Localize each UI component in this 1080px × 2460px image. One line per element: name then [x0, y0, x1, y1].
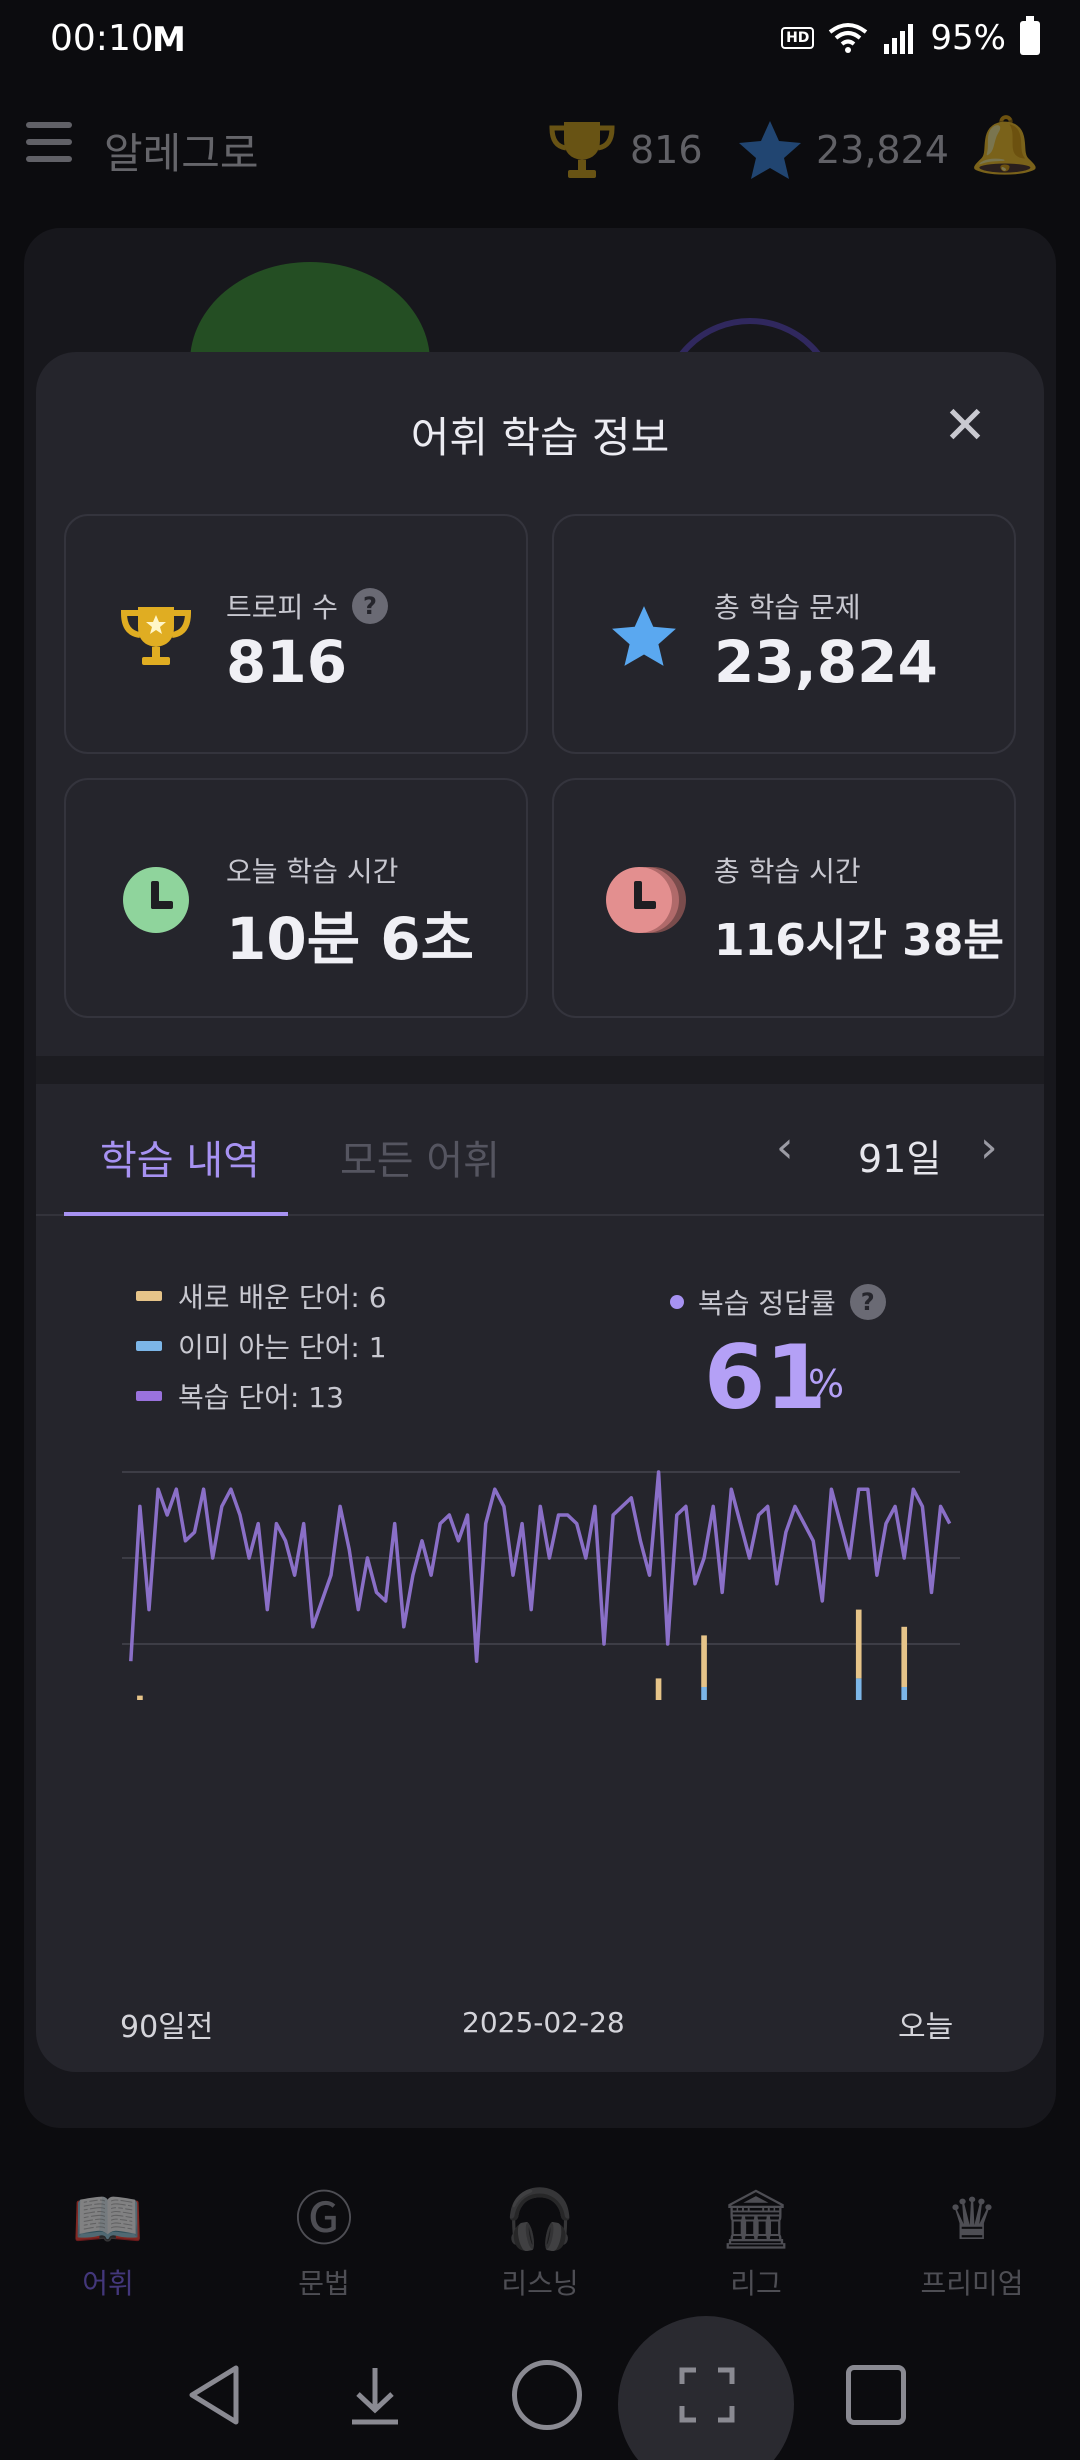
battery-icon — [1020, 16, 1040, 55]
bank-icon: 🏛 — [719, 2185, 793, 2253]
nav-premium[interactable]: ♛ 프리미엄 — [892, 2184, 1052, 2302]
status-bar: 00:10 M HD 95% — [0, 0, 1080, 80]
nav-listening-label: 리스닝 — [501, 2267, 579, 2300]
star-icon — [606, 598, 682, 674]
today-time-value: 10분 6초 — [226, 905, 474, 973]
gmail-icon: M — [152, 20, 186, 60]
hd-voice-icon: HD — [781, 27, 815, 49]
bar-new — [855, 1609, 862, 1679]
trophy-icon — [549, 122, 615, 178]
appbar-star-count: 23,824 — [816, 128, 949, 172]
bar-new — [137, 1695, 143, 1700]
trophy-stat-card: 트로피 수 ? 816 — [64, 514, 528, 754]
trophy-label: 트로피 수 — [226, 591, 338, 624]
home-icon[interactable] — [512, 2360, 582, 2430]
today-time-card: 오늘 학습 시간 10분 6초 — [64, 778, 528, 1018]
status-time: 00:10 — [50, 18, 154, 59]
nav-listening[interactable]: 🎧 리스닝 — [460, 2184, 620, 2302]
wifi-icon — [829, 23, 868, 53]
trophy-label-row: 트로피 수 ? — [226, 586, 388, 626]
total-time-card: 총 학습 시간 116시간 38분 — [552, 778, 1016, 1018]
total-problems-label: 총 학습 문제 — [714, 591, 861, 624]
help-icon[interactable]: ? — [351, 588, 388, 624]
nav-grammar[interactable]: Ⓖ 문법 — [244, 2184, 404, 2302]
stacked-clock-icon — [606, 862, 686, 938]
status-right: HD 95% — [781, 16, 1040, 58]
bell-icon[interactable]: 🔔 — [970, 112, 1040, 178]
nav-league[interactable]: 🏛 리그 — [676, 2184, 836, 2302]
bar-new — [901, 1626, 908, 1687]
star-icon — [739, 121, 801, 179]
appbar-trophy-count: 816 — [630, 128, 703, 172]
bottom-nav: 📖 어휘 Ⓖ 문법 🎧 리스닝 🏛 리그 ♛ 프리미엄 — [0, 2164, 1080, 2304]
nav-league-label: 리그 — [730, 2267, 782, 2300]
bar-new — [701, 1635, 707, 1687]
clock-icon — [118, 862, 194, 938]
bar-known — [855, 1678, 862, 1700]
nav-vocab[interactable]: 📖 어휘 — [28, 2184, 188, 2302]
battery-percent: 95% — [930, 18, 1006, 58]
menu-icon[interactable] — [26, 122, 72, 162]
axis-label-start: 90일전 — [120, 2010, 214, 2045]
total-problems-value: 23,824 — [714, 628, 938, 696]
close-icon[interactable]: ✕ — [942, 400, 988, 452]
appbar-trophy[interactable]: 816 — [546, 118, 703, 182]
bar-new — [655, 1678, 662, 1700]
capture-icon[interactable] — [672, 2360, 742, 2430]
nav-grammar-label: 문법 — [298, 2267, 350, 2300]
study-history-chart — [122, 1470, 960, 1700]
axis-label-mid: 2025-02-28 — [462, 2006, 625, 2039]
grammar-icon: Ⓖ — [294, 2185, 353, 2253]
modal-title: 어휘 학습 정보 — [410, 413, 670, 462]
book-icon: 📖 — [71, 2185, 145, 2253]
bar-known — [701, 1687, 707, 1700]
headphones-icon: 🎧 — [503, 2185, 577, 2253]
app-bar: 알레그로 816 23,824 🔔 — [0, 100, 1080, 190]
section-divider — [36, 1056, 1044, 1084]
trophy-value: 816 — [226, 628, 348, 696]
download-icon[interactable] — [340, 2360, 410, 2430]
system-nav-bar — [0, 2310, 1080, 2460]
total-time-label: 총 학습 시간 — [714, 855, 861, 888]
nav-premium-label: 프리미엄 — [920, 2267, 1024, 2300]
bar-known — [901, 1687, 908, 1700]
total-problems-card: 총 학습 문제 23,824 — [552, 514, 1016, 754]
rate-line — [129, 1470, 952, 1663]
app-title: 알레그로 — [104, 129, 259, 178]
recents-icon[interactable] — [846, 2365, 906, 2425]
back-icon[interactable] — [180, 2360, 250, 2430]
today-time-label: 오늘 학습 시간 — [226, 855, 399, 888]
nav-vocab-label: 어휘 — [82, 2267, 134, 2300]
trophy-icon — [118, 598, 194, 674]
chevron-right-icon[interactable]: › — [980, 1122, 998, 1173]
appbar-stars[interactable]: 23,824 — [736, 118, 949, 182]
crown-icon: ♛ — [946, 2185, 998, 2253]
axis-label-end: 오늘 — [898, 2010, 954, 2045]
total-time-value: 116시간 38분 — [714, 915, 1004, 966]
signal-icon — [884, 24, 914, 54]
